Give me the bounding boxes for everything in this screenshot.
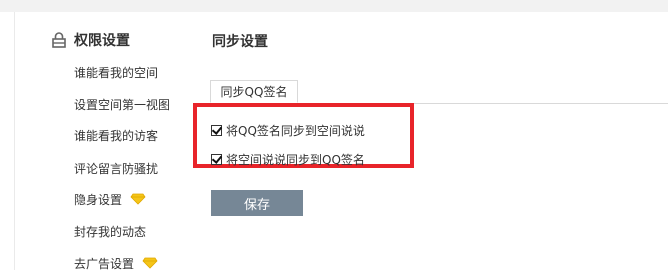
option-sync-mood-to-signature[interactable]: 将空间说说同步到QQ签名 (211, 151, 365, 167)
sidebar-item-invisible[interactable]: 隐身设置 (74, 190, 146, 208)
diamond-icon (142, 257, 158, 269)
diamond-icon (130, 193, 146, 205)
checkbox[interactable] (211, 152, 223, 165)
tab-sync-qq-signature[interactable]: 同步QQ签名 (210, 80, 298, 103)
sidebar-item-label: 隐身设置 (74, 192, 123, 207)
check-mark-icon (211, 123, 223, 135)
sidebar-item-ad-removal[interactable]: 去广告设置 (74, 254, 158, 272)
checkbox[interactable] (211, 123, 223, 136)
sidebar-item-label: 谁能看我的空间 (74, 65, 159, 80)
top-bar (0, 0, 668, 12)
sidebar-item-label: 设置空间第一视图 (74, 97, 171, 112)
sidebar-item-who-can-see-visitors[interactable]: 谁能看我的访客 (74, 126, 158, 144)
section-title: 同步设置 (212, 34, 268, 50)
option-sync-signature-to-mood[interactable]: 将QQ签名同步到空间说说 (211, 122, 365, 138)
option-label: 将空间说说同步到QQ签名 (226, 152, 365, 167)
sidebar-item-label: 谁能看我的访客 (74, 128, 159, 143)
save-button[interactable]: 保存 (211, 190, 303, 216)
sidebar-item-who-can-see-space[interactable]: 谁能看我的空间 (74, 63, 158, 81)
sidebar-item-first-view[interactable]: 设置空间第一视图 (74, 95, 170, 113)
check-mark-icon (211, 152, 223, 164)
sidebar-header: 权限设置 (52, 30, 130, 50)
sidebar-item-archive-feeds[interactable]: 封存我的动态 (74, 222, 146, 240)
sidebar-item-label: 评论留言防骚扰 (74, 161, 159, 176)
sidebar-item-label: 去广告设置 (74, 256, 135, 271)
sidebar-item-anti-harassment[interactable]: 评论留言防骚扰 (74, 159, 158, 177)
sidebar-title: 权限设置 (74, 33, 130, 49)
lock-icon (52, 32, 66, 48)
sidebar-item-label: 封存我的动态 (74, 224, 147, 239)
option-label: 将QQ签名同步到空间说说 (226, 123, 365, 138)
